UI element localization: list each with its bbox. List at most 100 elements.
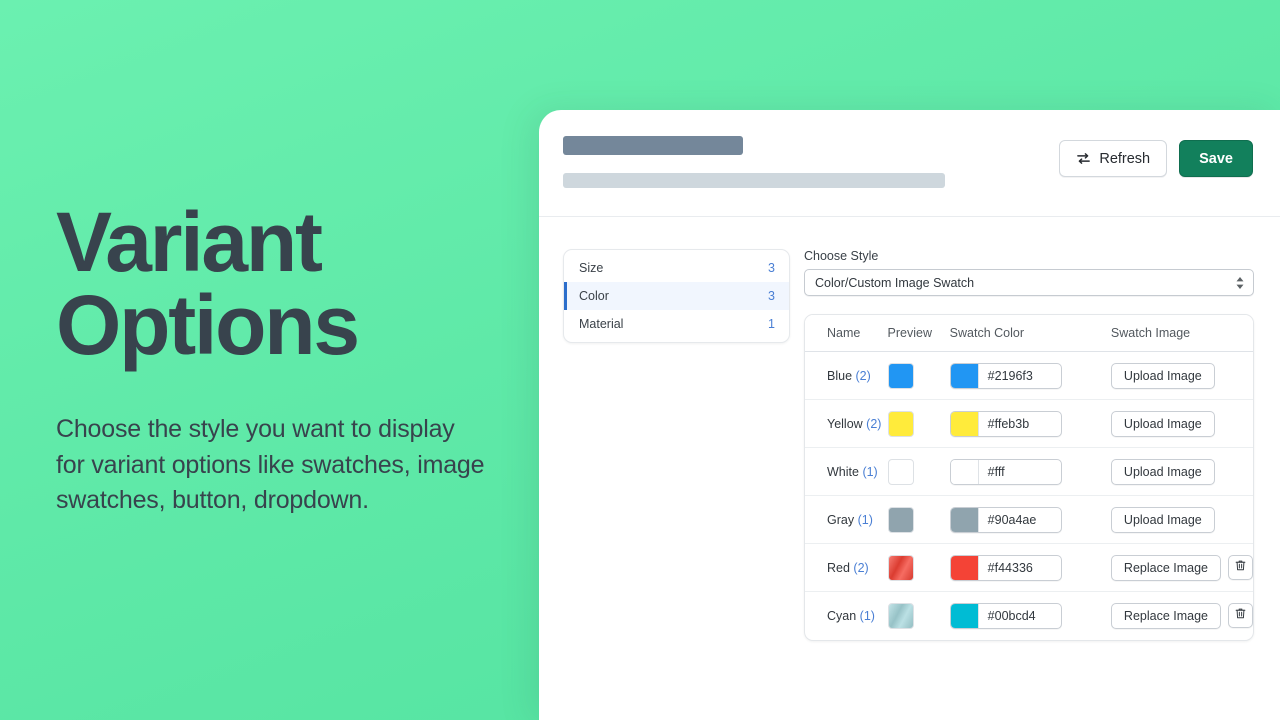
cell-name: Red (2) xyxy=(805,543,888,592)
swatch-name: Gray xyxy=(827,512,855,527)
cell-swatch-image: Replace Image xyxy=(1110,543,1253,592)
swatch-name: Yellow xyxy=(827,416,863,431)
swatch-table-body: Blue (2) #2196f3 Upload Image Yellow (2) #ff… xyxy=(805,351,1253,640)
upload-image-label: Upload Image xyxy=(1123,464,1202,479)
swatch-color-value: #ffeb3b xyxy=(987,416,1030,431)
table-row: Gray (1) #90a4ae Upload Image xyxy=(805,495,1253,544)
color-chip[interactable] xyxy=(950,555,979,580)
column-header-preview: Preview xyxy=(887,315,950,352)
column-header-swatch-image: Swatch Image xyxy=(1110,315,1253,352)
refresh-button-label: Refresh xyxy=(1099,150,1151,167)
upload-image-label: Replace Image xyxy=(1123,608,1208,623)
cell-swatch-color: #fff xyxy=(949,447,1111,496)
header-actions: Refresh Save xyxy=(1059,140,1253,177)
swatch-variant-count: (1) xyxy=(862,464,878,479)
swatch-color-input[interactable]: #fff xyxy=(949,458,1062,485)
upload-image-label: Upload Image xyxy=(1123,416,1202,431)
upload-image-button[interactable]: Replace Image xyxy=(1110,602,1221,629)
sidebar-item-count: 3 xyxy=(768,289,775,303)
column-header-name: Name xyxy=(805,315,888,352)
upload-image-label: Upload Image xyxy=(1123,368,1202,383)
swatch-color-input[interactable]: #ffeb3b xyxy=(949,410,1062,437)
save-button[interactable]: Save xyxy=(1179,140,1253,177)
skeleton-title-placeholder xyxy=(563,136,743,155)
refresh-button[interactable]: Refresh xyxy=(1059,140,1168,177)
choose-style-select[interactable]: Color/Custom Image Swatch xyxy=(804,269,1254,296)
swatch-variant-count: (2) xyxy=(866,416,882,431)
swatch-image-actions: Upload Image xyxy=(1110,458,1253,485)
refresh-swap-icon xyxy=(1076,151,1091,166)
cell-swatch-color: #90a4ae xyxy=(949,495,1111,544)
color-chip[interactable] xyxy=(950,363,979,388)
upload-image-button[interactable]: Upload Image xyxy=(1110,458,1215,485)
cell-name: Blue (2) xyxy=(805,351,888,400)
delete-image-button[interactable] xyxy=(1228,603,1253,629)
promo-description: Choose the style you want to display for… xyxy=(56,415,485,515)
cell-preview xyxy=(887,592,950,640)
cell-name: White (1) xyxy=(805,447,888,496)
cell-preview xyxy=(887,399,950,448)
delete-image-button[interactable] xyxy=(1228,555,1253,580)
swatch-preview xyxy=(887,602,914,629)
column-header-swatch-color: Swatch Color xyxy=(949,315,1111,352)
swatch-color-input[interactable]: #2196f3 xyxy=(949,362,1062,389)
swatch-variant-count: (1) xyxy=(857,512,873,527)
cell-swatch-color: #00bcd4 xyxy=(949,592,1111,640)
upload-image-button[interactable]: Replace Image xyxy=(1110,554,1221,581)
swatch-name: Red xyxy=(827,560,850,575)
swatch-table-card: Name Preview Swatch Color Swatch Image B… xyxy=(804,314,1254,641)
table-row: Blue (2) #2196f3 Upload Image xyxy=(805,351,1253,400)
save-button-label: Save xyxy=(1199,150,1233,167)
swatch-preview xyxy=(887,458,914,485)
color-chip[interactable] xyxy=(950,507,979,532)
chevron-updown-icon xyxy=(1236,276,1244,289)
cell-swatch-image: Upload Image xyxy=(1110,351,1253,400)
cell-preview xyxy=(887,495,950,544)
style-pane: Choose Style Color/Custom Image Swatch N… xyxy=(804,249,1254,641)
color-chip[interactable] xyxy=(950,411,979,436)
swatch-color-input[interactable]: #f44336 xyxy=(949,554,1062,581)
swatch-variant-count: (2) xyxy=(855,368,871,383)
table-row: Yellow (2) #ffeb3b Upload Image xyxy=(805,399,1253,448)
swatch-image-actions: Upload Image xyxy=(1110,506,1253,533)
cell-swatch-image: Upload Image xyxy=(1110,495,1253,544)
trash-icon xyxy=(1234,559,1247,576)
sidebar-item-label: Material xyxy=(579,317,624,331)
cell-swatch-color: #ffeb3b xyxy=(949,399,1111,448)
cell-name: Yellow (2) xyxy=(805,399,888,448)
upload-image-label: Upload Image xyxy=(1123,512,1202,527)
sidebar-item-color[interactable]: Color 3 xyxy=(564,282,789,310)
sidebar-item-count: 1 xyxy=(768,317,775,331)
swatch-image-actions: Replace Image xyxy=(1110,554,1253,581)
cell-preview xyxy=(887,447,950,496)
swatch-color-value: #fff xyxy=(987,464,1005,479)
upload-image-button[interactable]: Upload Image xyxy=(1110,362,1215,389)
skeleton-subtitle-placeholder xyxy=(563,173,945,188)
upload-image-button[interactable]: Upload Image xyxy=(1110,410,1215,437)
sidebar-item-size[interactable]: Size 3 xyxy=(564,254,789,282)
upload-image-button[interactable]: Upload Image xyxy=(1110,506,1215,533)
color-chip[interactable] xyxy=(950,603,979,628)
table-row: Cyan (1) #00bcd4 Replace Image xyxy=(805,592,1253,640)
choose-style-value: Color/Custom Image Swatch xyxy=(815,275,975,290)
app-header: Refresh Save xyxy=(539,110,1280,217)
sidebar-item-material[interactable]: Material 1 xyxy=(564,310,789,338)
table-header-row: Name Preview Swatch Color Swatch Image xyxy=(805,315,1253,352)
swatch-color-value: #2196f3 xyxy=(987,368,1033,383)
color-chip[interactable] xyxy=(950,459,979,484)
app-body: Size 3 Color 3 Material 1 Choose Style C… xyxy=(539,217,1280,641)
swatch-image-actions: Replace Image xyxy=(1110,602,1253,629)
cell-swatch-image: Replace Image xyxy=(1110,592,1253,640)
swatch-image-actions: Upload Image xyxy=(1110,362,1253,389)
swatch-preview xyxy=(887,506,914,533)
upload-image-label: Replace Image xyxy=(1123,560,1208,575)
choose-style-label: Choose Style xyxy=(804,249,879,263)
table-row: Red (2) #f44336 Replace Image xyxy=(805,543,1253,592)
swatch-color-input[interactable]: #90a4ae xyxy=(949,506,1062,533)
page-title-line-1: Variant xyxy=(56,195,323,290)
app-window: Refresh Save Size 3 Color 3 Material 1 C… xyxy=(539,110,1280,720)
sidebar-item-label: Color xyxy=(579,289,609,303)
swatch-variant-count: (2) xyxy=(853,560,869,575)
swatch-color-input[interactable]: #00bcd4 xyxy=(949,602,1062,629)
swatch-color-value: #90a4ae xyxy=(987,512,1037,527)
